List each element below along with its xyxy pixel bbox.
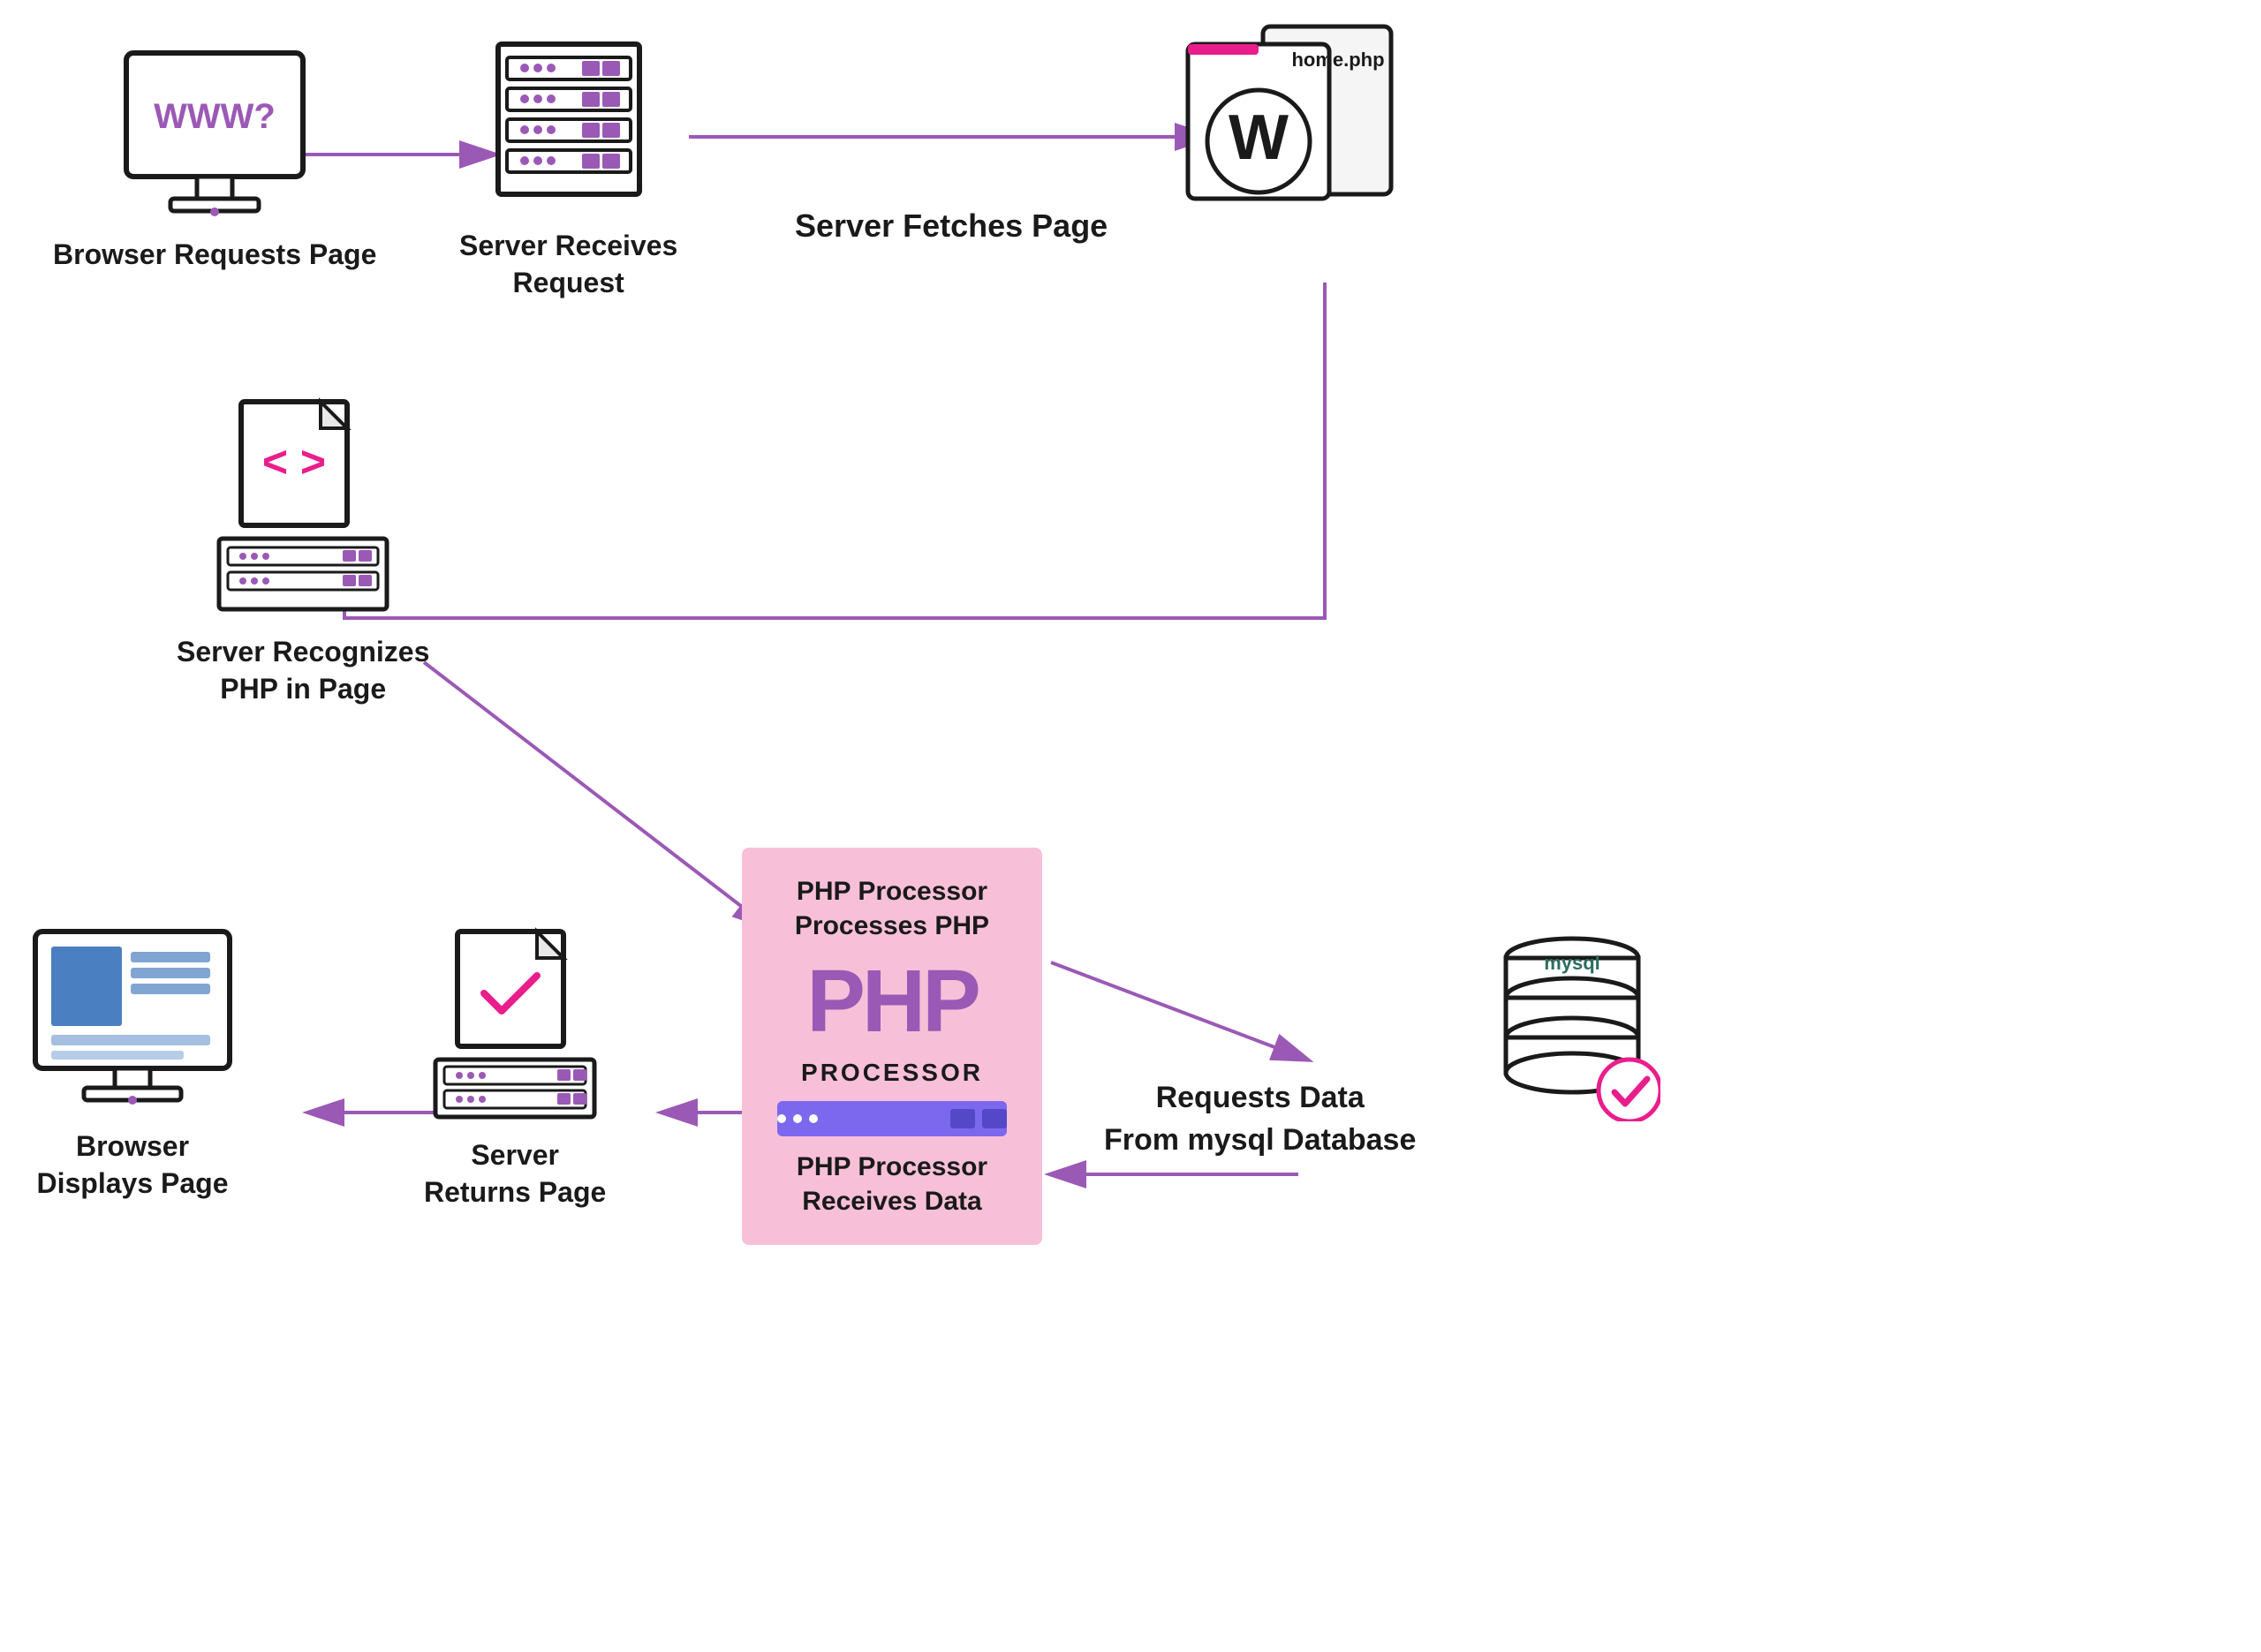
browser-displays-node: BrowserDisplays Page (26, 927, 238, 1202)
svg-text:< >: < > (262, 437, 326, 487)
server-returns-label: ServerReturns Page (424, 1137, 606, 1211)
browser-displays-icon (26, 927, 238, 1113)
mysql-request-label: Requests DataFrom mysql Database (1104, 1077, 1416, 1161)
php-processor-top-label: PHP ProcessorProcesses PHP (795, 874, 989, 943)
server-recognizes-icon: < > (206, 397, 400, 618)
server-fetches-label: Server Fetches Page (795, 207, 1108, 245)
mysql-node: mysql (1484, 918, 1660, 1121)
php-processor-bottom-label: PHP ProcessorReceives Data (797, 1150, 987, 1218)
svg-text:WWW?: WWW? (154, 97, 276, 136)
server-recognizes-node: < > Server RecognizesPHP in Page (177, 397, 429, 707)
mysql-icon: mysql (1484, 918, 1660, 1121)
server-receives-node: Server ReceivesRequest (459, 35, 677, 301)
wordpress-node: home.php W (1183, 18, 1404, 212)
svg-text:mysql: mysql (1544, 952, 1600, 974)
browser-request-label: Browser Requests Page (53, 237, 376, 274)
server-receives-label: Server ReceivesRequest (459, 228, 677, 301)
server-returns-node: ServerReturns Page (424, 927, 606, 1211)
svg-text:W: W (1229, 102, 1289, 173)
server-recognizes-label: Server RecognizesPHP in Page (177, 634, 429, 707)
php-text: PHP (806, 957, 978, 1045)
server-returns-icon (427, 927, 603, 1121)
browser-request-node: WWW? Browser Requests Page (53, 44, 376, 274)
server-receives-icon (472, 35, 666, 212)
processor-text: PROCESSOR (801, 1059, 983, 1087)
monitor-icon: WWW? (117, 44, 312, 221)
browser-displays-label: BrowserDisplays Page (37, 1128, 229, 1202)
svg-text:home.php: home.php (1291, 49, 1384, 71)
php-processor-box: PHP ProcessorProcesses PHP PHP PROCESSOR… (742, 848, 1042, 1245)
wordpress-file-icon: home.php W (1183, 18, 1404, 212)
